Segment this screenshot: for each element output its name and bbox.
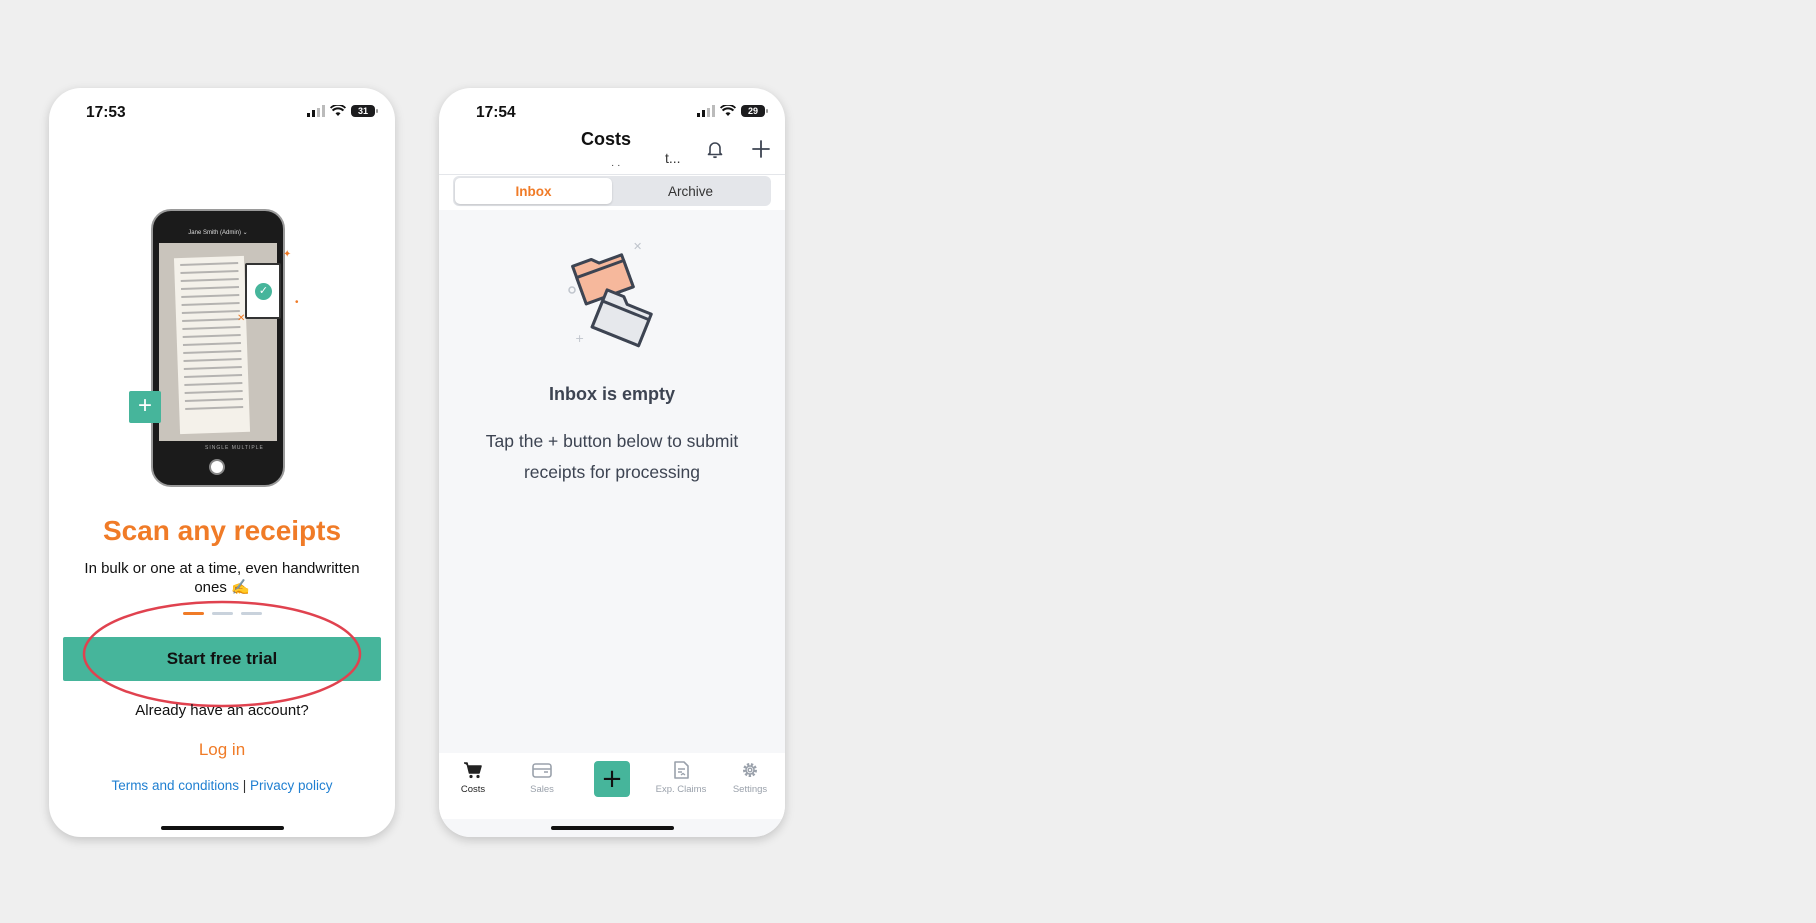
header-subtitle-dots: · · bbox=[611, 160, 621, 171]
nav-sales[interactable]: Sales bbox=[512, 761, 572, 795]
onboarding-screen: 17:53 31 Jane Smith (Admin) ⌄ SINGLE MUL… bbox=[49, 88, 395, 837]
nav-settings[interactable]: Settings bbox=[720, 761, 780, 795]
scan-illustration: Jane Smith (Admin) ⌄ SINGLE MULTIPLE ✓ ✦… bbox=[129, 209, 329, 499]
legal-links: Terms and conditions | Privacy policy bbox=[49, 778, 395, 793]
privacy-link[interactable]: Privacy policy bbox=[250, 778, 333, 793]
check-icon: ✓ bbox=[255, 283, 272, 300]
status-icons: 29 bbox=[697, 105, 768, 117]
status-bar: 17:53 31 bbox=[49, 102, 395, 126]
mini-camera-modes: SINGLE MULTIPLE bbox=[205, 445, 264, 451]
sparkle-icon: ✕ bbox=[237, 313, 246, 324]
login-link[interactable]: Log in bbox=[49, 740, 395, 760]
bell-icon[interactable] bbox=[704, 138, 726, 160]
tab-archive[interactable]: Archive bbox=[612, 178, 769, 204]
shutter-icon bbox=[209, 459, 225, 475]
header-subtitle[interactable]: t... bbox=[665, 150, 681, 166]
page-dot-active bbox=[182, 612, 204, 615]
status-time: 17:53 bbox=[86, 104, 126, 121]
phone-illustration: Jane Smith (Admin) ⌄ SINGLE MULTIPLE bbox=[151, 209, 285, 487]
status-time: 17:54 bbox=[476, 104, 516, 121]
wallet-icon bbox=[532, 763, 552, 778]
receipt-paper bbox=[173, 255, 251, 435]
status-bar: 17:54 29 bbox=[439, 102, 785, 126]
tab-inbox[interactable]: Inbox bbox=[455, 178, 612, 204]
nav-exp-claims[interactable]: Exp. Claims bbox=[651, 761, 711, 795]
add-icon: + bbox=[129, 391, 161, 423]
onboarding-headline: Scan any receipts bbox=[102, 515, 342, 546]
add-receipt-button[interactable]: + bbox=[594, 761, 630, 797]
terms-link[interactable]: Terms and conditions bbox=[111, 778, 239, 793]
nav-label: Costs bbox=[460, 784, 486, 795]
costs-screen: 17:54 29 Costs · · t... Inbox Archive ✕ … bbox=[439, 88, 785, 837]
inbox-archive-segment: Inbox Archive bbox=[453, 176, 771, 206]
legal-separator: | bbox=[239, 778, 251, 793]
page-dot bbox=[240, 612, 262, 615]
sparkle-icon: • bbox=[295, 297, 299, 308]
battery-icon: 31 bbox=[351, 105, 378, 117]
inbox-content: ✕ + Inbox is empty Tap the + button belo… bbox=[439, 210, 785, 837]
document-icon bbox=[674, 761, 689, 779]
home-indicator bbox=[551, 826, 674, 830]
cellular-signal-icon bbox=[307, 105, 325, 117]
mini-phone-header: Jane Smith (Admin) ⌄ bbox=[188, 230, 248, 236]
sparkle-icon: ✦ bbox=[283, 249, 292, 260]
receipt-icon: ✓ bbox=[245, 263, 281, 319]
svg-text:+: + bbox=[575, 332, 584, 345]
page-indicator bbox=[49, 612, 395, 615]
nav-label: Exp. Claims bbox=[655, 784, 707, 795]
onboarding-subline: In bulk or one at a time, even handwritt… bbox=[84, 560, 360, 596]
nav-label: Sales bbox=[530, 784, 554, 795]
wifi-icon bbox=[330, 105, 346, 116]
empty-state-description: Tap the + button below to submit receipt… bbox=[485, 431, 739, 482]
folders-icon: ✕ + bbox=[568, 240, 653, 348]
add-icon[interactable] bbox=[750, 138, 772, 160]
wifi-icon bbox=[720, 105, 736, 116]
nav-costs[interactable]: Costs bbox=[443, 761, 503, 795]
gear-icon bbox=[743, 763, 757, 777]
svg-text:✕: ✕ bbox=[633, 240, 642, 253]
start-free-trial-button[interactable]: Start free trial bbox=[63, 637, 381, 681]
empty-state-title: Inbox is empty bbox=[548, 384, 676, 404]
home-indicator bbox=[161, 826, 284, 830]
page-dot bbox=[211, 612, 233, 615]
cellular-signal-icon bbox=[697, 105, 715, 117]
nav-label: Settings bbox=[732, 784, 768, 795]
status-icons: 31 bbox=[307, 105, 378, 117]
already-account-text: Already have an account? bbox=[135, 702, 309, 719]
battery-icon: 29 bbox=[741, 105, 768, 117]
cart-icon bbox=[464, 762, 482, 779]
bottom-tab-bar: Costs Sales + Exp. Claims Settings bbox=[439, 753, 785, 819]
costs-header: Costs · · t... bbox=[439, 126, 785, 175]
